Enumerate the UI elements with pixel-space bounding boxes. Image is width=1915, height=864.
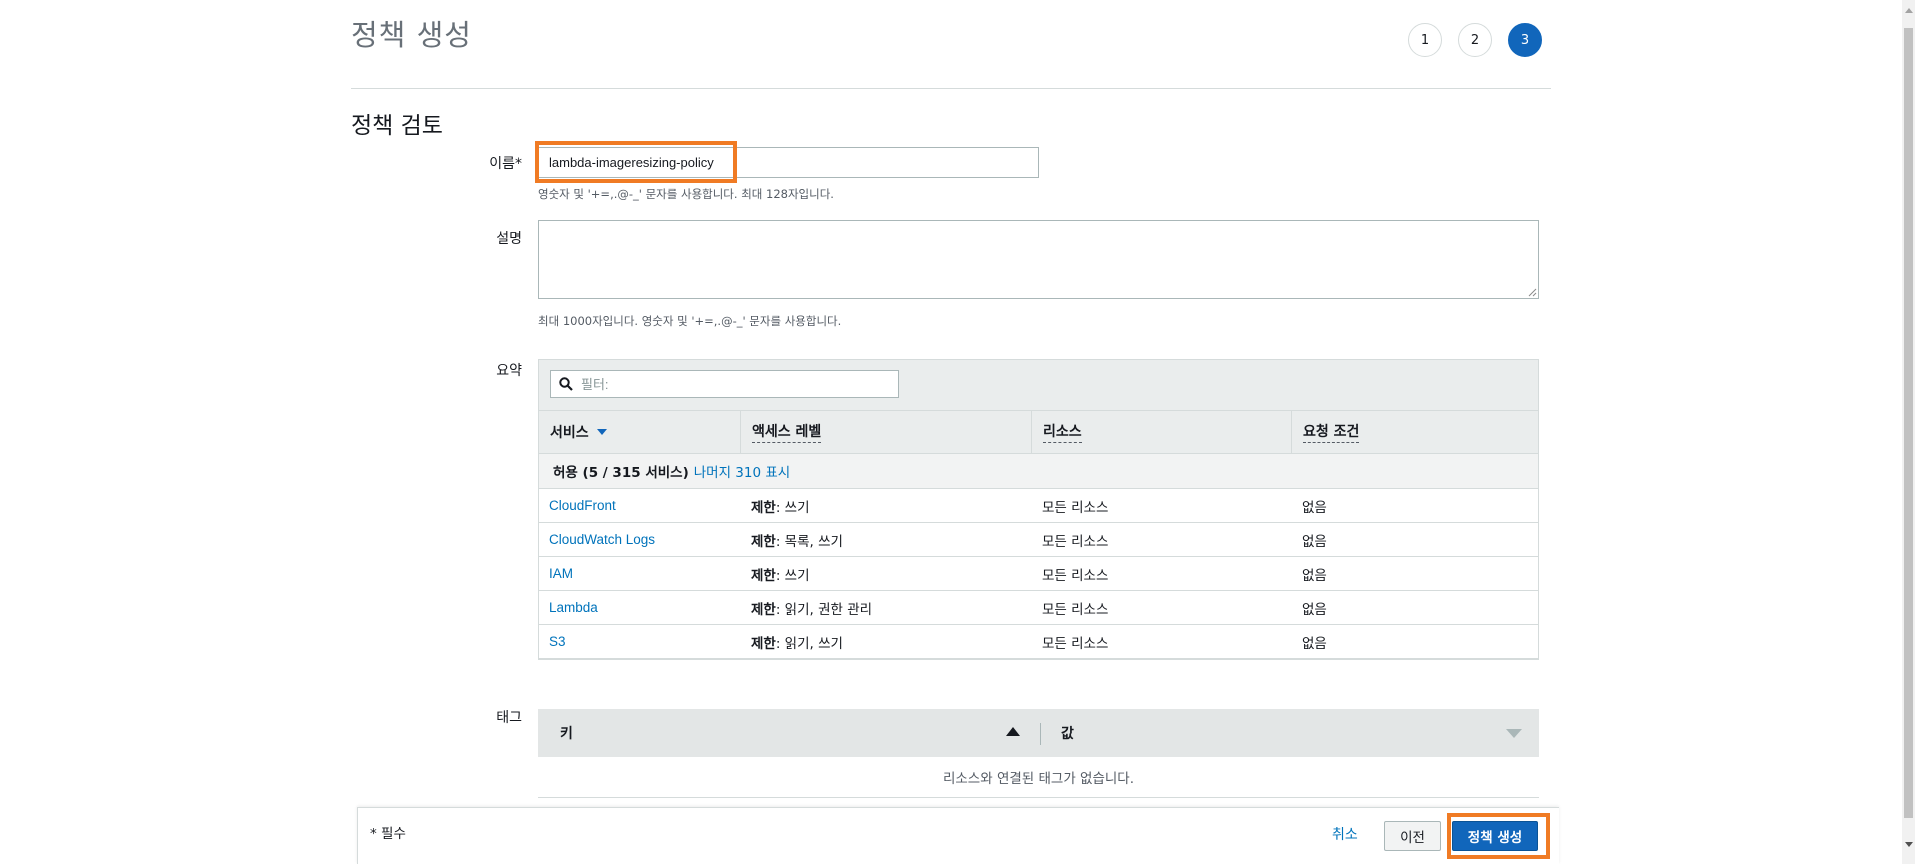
create-policy-button[interactable]: 정책 생성 — [1452, 821, 1538, 851]
table-row: CloudFront 제한: 쓰기 모든 리소스 없음 — [539, 489, 1538, 523]
scroll-down-arrow-icon[interactable] — [1905, 842, 1913, 847]
scroll-thumb[interactable] — [1904, 28, 1913, 818]
previous-button[interactable]: 이전 — [1384, 821, 1441, 851]
allow-group-label: 허용 (5 / 315 서비스) — [553, 465, 689, 481]
condition-cell: 없음 — [1302, 635, 1327, 652]
access-level-cell: 제한: 읽기, 권한 관리 — [741, 591, 1032, 624]
service-link[interactable]: CloudFront — [549, 498, 616, 513]
show-remaining-link[interactable]: 나머지 310 표시 — [694, 461, 790, 481]
column-divider — [1040, 723, 1041, 745]
summary-label: 요약 — [496, 363, 522, 379]
summary-table-header: 서비스 액세스 레벨 리소스 요청 조건 — [539, 411, 1538, 454]
access-level-cell: 제한: 쓰기 — [741, 557, 1032, 590]
service-cell: S3 — [539, 625, 741, 658]
access-level-detail: : 쓰기 — [775, 499, 810, 516]
name-input[interactable] — [539, 148, 1039, 177]
condition-cell: 없음 — [1302, 499, 1327, 516]
resource-cell: 모든 리소스 — [1042, 499, 1109, 516]
step-3-indicator: 3 — [1508, 23, 1542, 57]
resize-grip-icon[interactable] — [1527, 287, 1537, 297]
table-row: S3 제한: 읽기, 쓰기 모든 리소스 없음 — [539, 625, 1538, 659]
vertical-scrollbar[interactable] — [1902, 0, 1915, 864]
access-level-prefix: 제한 — [751, 601, 776, 618]
service-cell: IAM — [539, 557, 741, 590]
name-label: 이름* — [489, 156, 522, 172]
filter-box[interactable] — [550, 370, 899, 398]
filter-input[interactable] — [579, 375, 883, 393]
name-field-wrapper — [538, 147, 1039, 178]
column-header-access-level[interactable]: 액세스 레벨 — [741, 411, 1032, 453]
header-divider — [351, 88, 1551, 89]
condition-cell: 없음 — [1302, 533, 1327, 550]
service-link[interactable]: Lambda — [549, 600, 598, 615]
cancel-button[interactable]: 취소 — [1326, 823, 1364, 845]
search-icon — [559, 377, 573, 391]
section-title: 정책 검토 — [351, 113, 443, 139]
access-level-detail: : 읽기, 쓰기 — [775, 635, 843, 652]
footer-bar: * 필수 취소 이전 정책 생성 — [357, 807, 1559, 864]
name-hint: 영숫자 및 '+=,.@-_' 문자를 사용합니다. 최대 128자입니다. — [538, 187, 834, 201]
service-cell: CloudFront — [539, 489, 741, 522]
condition-cell: 없음 — [1302, 567, 1327, 584]
sort-ascending-icon[interactable] — [1006, 727, 1020, 736]
access-level-cell: 제한: 쓰기 — [741, 489, 1032, 522]
tags-empty-message: 리소스와 연결된 태그가 없습니다. — [538, 757, 1539, 798]
table-row: Lambda 제한: 읽기, 권한 관리 모든 리소스 없음 — [539, 591, 1538, 625]
sort-descending-icon — [596, 429, 607, 435]
access-level-prefix: 제한 — [751, 533, 776, 550]
column-header-service[interactable]: 서비스 — [539, 411, 741, 453]
resource-cell: 모든 리소스 — [1042, 601, 1109, 618]
tags-table-header: 키 값 — [538, 709, 1539, 757]
allow-group-row: 허용 (5 / 315 서비스) 나머지 310 표시 — [539, 454, 1538, 489]
column-header-resource[interactable]: 리소스 — [1032, 411, 1292, 453]
description-hint: 최대 1000자입니다. 영숫자 및 '+=,.@-_' 문자를 사용합니다. — [538, 314, 842, 328]
step-1-indicator[interactable]: 1 — [1408, 23, 1442, 57]
tags-table: 키 값 리소스와 연결된 태그가 없습니다. — [538, 709, 1539, 798]
column-header-resource-label: 리소스 — [1043, 421, 1082, 443]
sort-descending-icon[interactable] — [1506, 729, 1522, 738]
tags-label: 태그 — [496, 710, 522, 726]
access-level-prefix: 제한 — [751, 499, 776, 516]
service-cell: CloudWatch Logs — [539, 523, 741, 556]
access-level-prefix: 제한 — [751, 567, 776, 584]
access-level-detail: : 목록, 쓰기 — [775, 533, 843, 550]
access-level-cell: 제한: 목록, 쓰기 — [741, 523, 1032, 556]
page-title: 정책 생성 — [351, 18, 472, 52]
condition-cell: 없음 — [1302, 601, 1327, 618]
table-row: IAM 제한: 쓰기 모든 리소스 없음 — [539, 557, 1538, 591]
summary-table: 서비스 액세스 레벨 리소스 요청 조건 허용 (5 / 315 서비스) 나머… — [538, 359, 1539, 660]
column-header-request-condition[interactable]: 요청 조건 — [1292, 411, 1538, 453]
access-level-prefix: 제한 — [751, 635, 776, 652]
service-link[interactable]: CloudWatch Logs — [549, 532, 655, 547]
service-cell: Lambda — [539, 591, 741, 624]
resource-cell: 모든 리소스 — [1042, 635, 1109, 652]
access-level-detail: : 읽기, 권한 관리 — [775, 601, 873, 618]
description-textarea[interactable] — [538, 220, 1539, 299]
access-level-cell: 제한: 읽기, 쓰기 — [741, 625, 1032, 658]
resource-cell: 모든 리소스 — [1042, 533, 1109, 550]
column-header-access-level-label: 액세스 레벨 — [752, 421, 822, 443]
table-row: CloudWatch Logs 제한: 목록, 쓰기 모든 리소스 없음 — [539, 523, 1538, 557]
resource-cell: 모든 리소스 — [1042, 567, 1109, 584]
tags-key-header[interactable]: 키 — [560, 723, 573, 743]
wizard-steps: 1 2 3 — [1408, 23, 1542, 57]
create-policy-page: 정책 생성 1 2 3 정책 검토 이름* 영숫자 및 '+=,.@-_' 문자… — [0, 0, 1915, 864]
step-2-indicator[interactable]: 2 — [1458, 23, 1492, 57]
filter-bar — [539, 360, 1538, 411]
tags-value-header[interactable]: 값 — [1061, 723, 1074, 743]
column-header-service-label: 서비스 — [550, 425, 589, 441]
column-header-request-condition-label: 요청 조건 — [1303, 421, 1360, 443]
service-link[interactable]: S3 — [549, 634, 566, 649]
service-link[interactable]: IAM — [549, 566, 573, 581]
description-label: 설명 — [496, 231, 522, 247]
access-level-detail: : 쓰기 — [775, 567, 810, 584]
scroll-up-arrow-icon[interactable] — [1905, 8, 1913, 13]
required-note: * 필수 — [370, 826, 406, 842]
